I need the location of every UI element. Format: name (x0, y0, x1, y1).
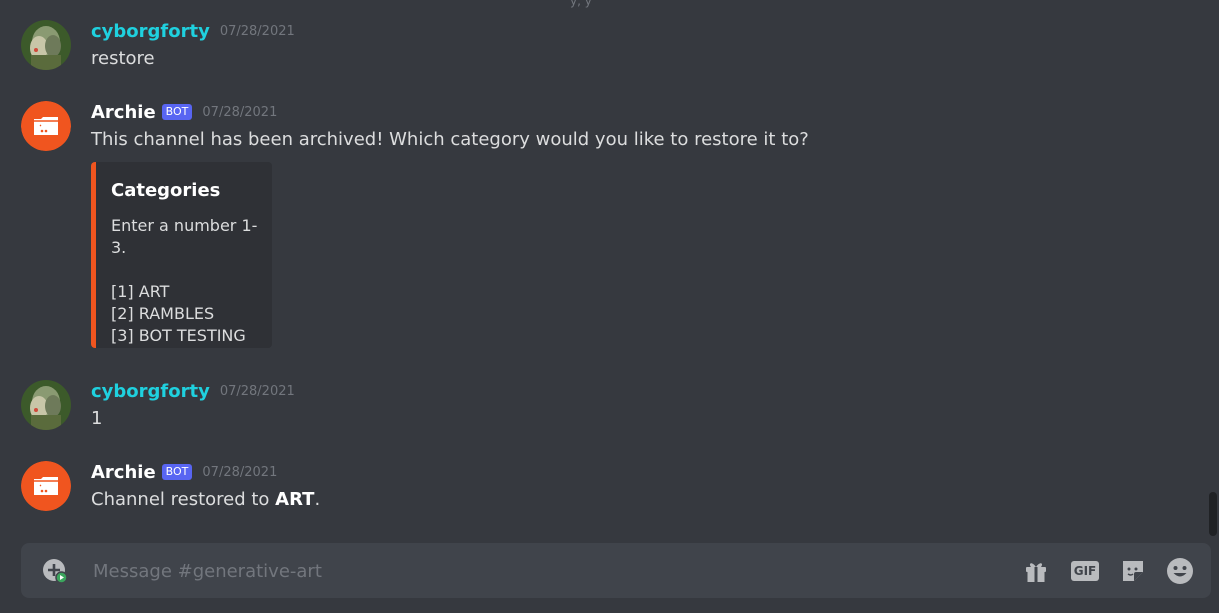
avatar[interactable] (21, 20, 71, 70)
emoji-icon[interactable] (1165, 556, 1195, 586)
username[interactable]: cyborgforty (91, 21, 210, 42)
message-content: Channel restored to ART. (91, 489, 320, 510)
username[interactable]: Archie (91, 462, 156, 483)
avatar[interactable] (21, 380, 71, 430)
gif-label: GIF (1070, 561, 1100, 581)
timestamp: 07/28/2021 (202, 104, 278, 120)
embed-prompt: Enter a number 1-3. (111, 216, 258, 257)
username[interactable]: cyborgforty (91, 381, 210, 402)
gif-icon[interactable]: GIF (1069, 556, 1101, 586)
sticker-icon[interactable] (1118, 556, 1148, 586)
content-bold: ART (275, 489, 315, 510)
message-content: 1 (91, 408, 103, 429)
message-composer: GIF (21, 543, 1211, 600)
bot-tag: BOT (161, 464, 193, 480)
message-content: restore (91, 48, 155, 69)
timestamp: 07/28/2021 (219, 23, 295, 39)
gift-icon[interactable] (1021, 556, 1051, 586)
avatar[interactable] (21, 101, 71, 151)
avatar[interactable] (21, 461, 71, 511)
cut-off-text: y, y (570, 0, 592, 8)
message-content: This channel has been archived! Which ca… (91, 129, 809, 150)
embed-option: [1] ART (111, 282, 170, 301)
embed-description: Enter a number 1-3. [1] ART [2] RAMBLES … (111, 215, 272, 347)
content-suffix: . (314, 489, 321, 510)
message-input[interactable] (91, 543, 955, 600)
timestamp: 07/28/2021 (202, 464, 278, 480)
content-prefix: Channel restored to (91, 489, 276, 510)
username[interactable]: Archie (91, 102, 156, 123)
attach-icon[interactable] (42, 558, 68, 584)
timestamp: 07/28/2021 (219, 383, 295, 399)
embed-option: [2] RAMBLES (111, 304, 215, 323)
bot-tag: BOT (161, 104, 193, 120)
embed-option: [3] BOT TESTING (111, 326, 246, 345)
embed: Categories Enter a number 1-3. [1] ART [… (91, 162, 272, 348)
embed-title: Categories (111, 180, 221, 201)
scrollbar[interactable] (1209, 0, 1217, 536)
